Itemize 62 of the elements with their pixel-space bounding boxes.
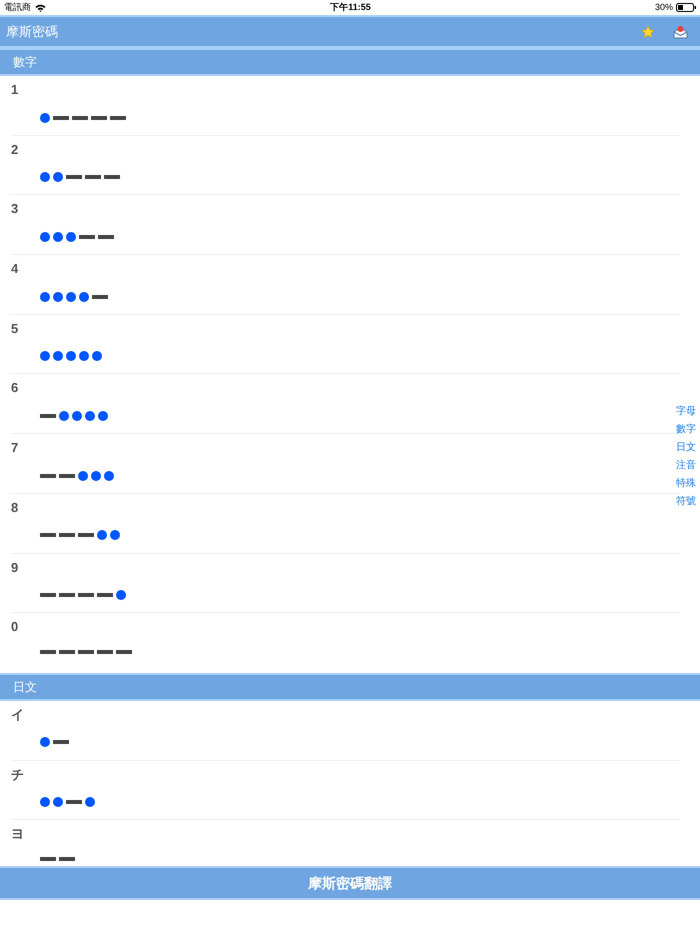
character-label: チ xyxy=(11,766,24,784)
character-label: 6 xyxy=(11,379,18,398)
character-label: 5 xyxy=(11,320,18,338)
dash-icon xyxy=(78,593,94,597)
character-label: 3 xyxy=(11,200,18,218)
dash-icon xyxy=(116,650,132,654)
dash-icon xyxy=(40,650,56,654)
time-label: 下午11:55 xyxy=(330,0,371,14)
morse-row[interactable]: 0 xyxy=(11,613,680,673)
dash-icon xyxy=(110,116,126,120)
character-label: 4 xyxy=(11,260,18,278)
dash-icon xyxy=(98,234,114,239)
dash-icon xyxy=(78,650,94,654)
character-label: 2 xyxy=(11,140,18,159)
morse-row[interactable]: 3 xyxy=(11,195,680,256)
morse-row[interactable]: 1 xyxy=(11,76,680,136)
dash-icon xyxy=(53,740,69,744)
dash-icon xyxy=(59,533,75,538)
dash-icon xyxy=(59,474,75,478)
character-label: 0 xyxy=(11,618,18,636)
wifi-icon xyxy=(35,4,46,12)
dash-icon xyxy=(97,650,113,654)
battery-label: 30% xyxy=(654,0,673,14)
dash-icon xyxy=(72,116,88,120)
dash-icon xyxy=(59,593,75,597)
character-label: 8 xyxy=(11,498,18,517)
dash-icon xyxy=(40,533,56,538)
carrier-label: 電訊商 xyxy=(4,0,31,14)
dash-icon xyxy=(40,593,56,597)
dash-icon xyxy=(66,800,82,804)
morse-row[interactable]: 5 xyxy=(11,314,680,374)
morse-row[interactable]: 2 xyxy=(11,136,680,196)
dash-icon xyxy=(97,593,113,597)
character-label: ヨ xyxy=(11,825,24,844)
battery-icon xyxy=(676,3,696,12)
morse-row[interactable]: チ xyxy=(11,760,680,820)
dash-icon xyxy=(92,294,108,299)
morse-row[interactable]: 4 xyxy=(11,255,680,315)
dash-icon xyxy=(40,414,56,418)
section-title: 日文 xyxy=(13,678,37,696)
character-label: イ xyxy=(11,706,24,724)
dash-icon xyxy=(59,650,75,654)
star-icon[interactable] xyxy=(641,24,655,38)
dash-icon xyxy=(91,116,107,120)
morse-row[interactable]: イ xyxy=(11,700,680,761)
character-label: 9 xyxy=(11,558,18,576)
dash-icon xyxy=(85,175,101,180)
character-label: 7 xyxy=(11,439,18,458)
character-label: 1 xyxy=(11,81,18,99)
dash-icon xyxy=(79,234,95,239)
morse-row[interactable]: ヨ xyxy=(11,820,680,866)
morse-row[interactable]: 9 xyxy=(11,554,680,614)
dash-icon xyxy=(40,856,56,861)
section-title: 數字 xyxy=(13,54,37,71)
dash-icon xyxy=(59,856,75,861)
dash-icon xyxy=(78,533,94,538)
dash-icon xyxy=(66,175,82,180)
header-title: 摩斯密碼 xyxy=(6,22,58,41)
inbox-icon[interactable] xyxy=(673,24,688,38)
dash-icon xyxy=(40,474,56,478)
dash-icon xyxy=(104,175,120,180)
dash-icon xyxy=(53,116,69,120)
